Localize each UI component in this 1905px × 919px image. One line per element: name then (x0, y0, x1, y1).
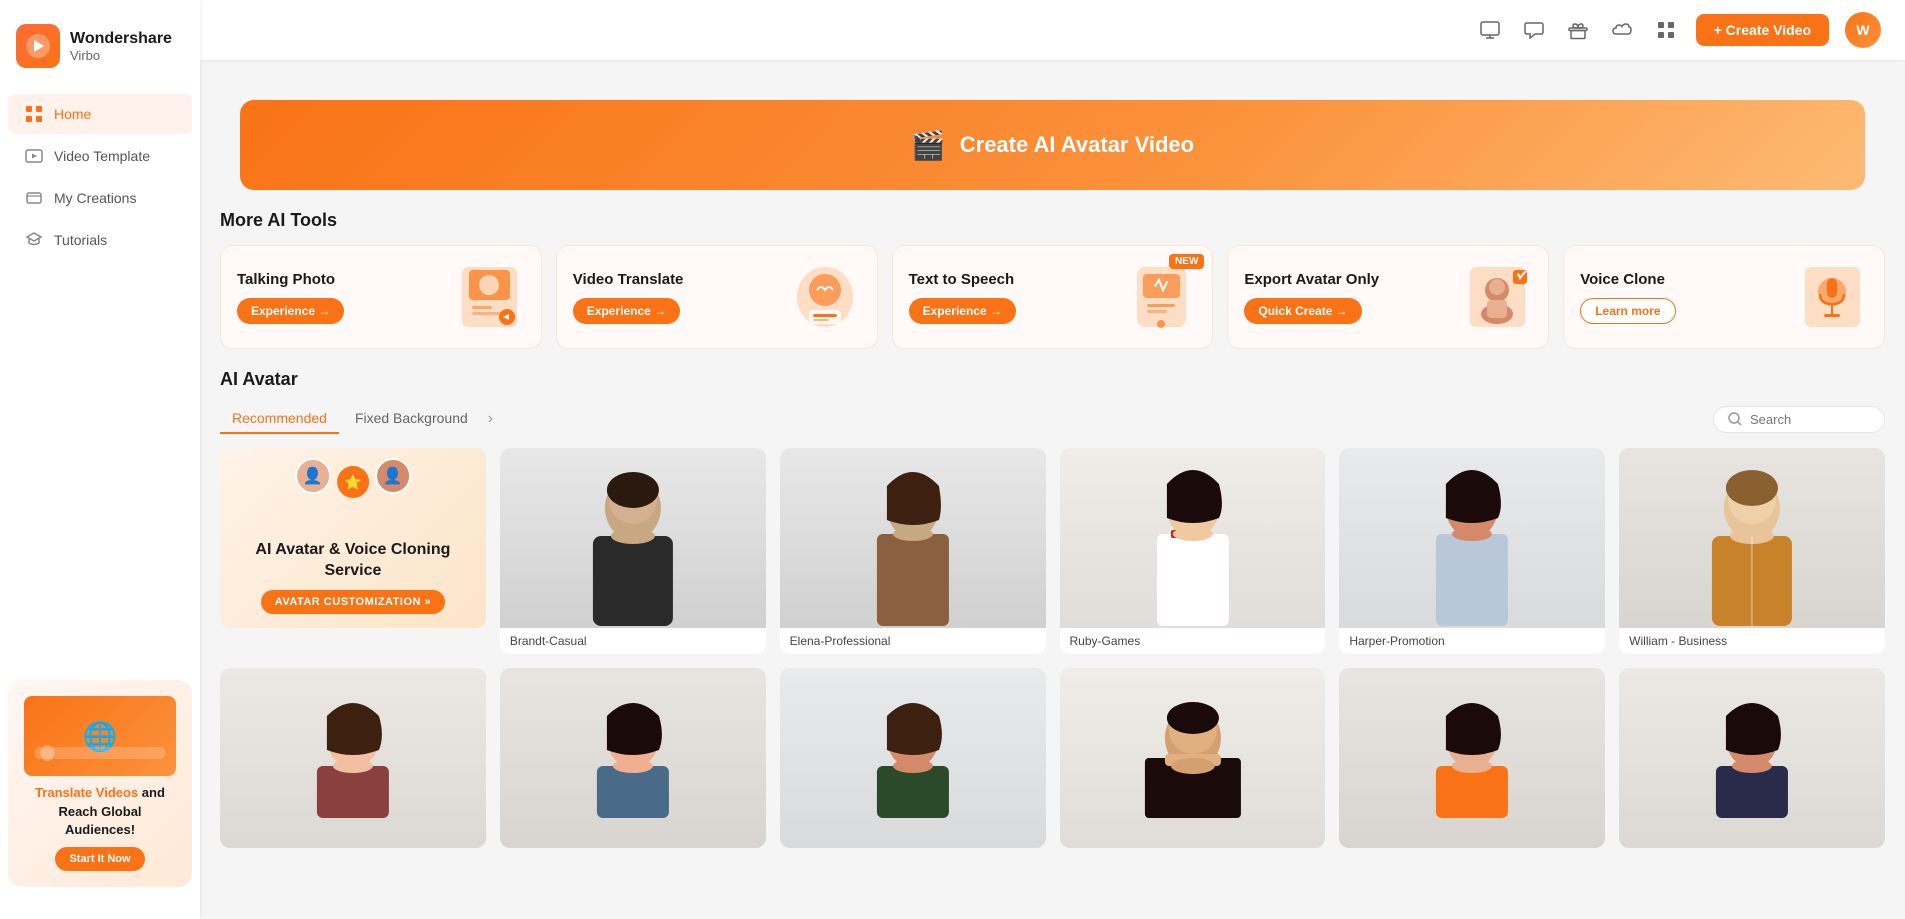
sidebar-item-tutorials[interactable]: Tutorials (8, 220, 192, 260)
user-avatar[interactable]: W (1845, 12, 1881, 48)
avatar-card-r2-4[interactable] (1060, 668, 1326, 848)
avatar-custom-title: AI Avatar & Voice Cloning Service (220, 540, 486, 582)
tool-title: Text to Speech (909, 271, 1016, 288)
promo-card: 🌐 Translate Videos and Reach Global Audi… (8, 680, 192, 887)
text-to-speech-img (1126, 262, 1196, 332)
sidebar-item-home[interactable]: Home (8, 94, 192, 134)
avatar-card-ruby[interactable]: Ruby-Games (1060, 448, 1326, 654)
tool-title: Voice Clone (1580, 271, 1675, 288)
sidebar-item-label: Video Template (54, 148, 150, 164)
tool-card-video-translate[interactable]: Video Translate Experience → (556, 245, 878, 349)
avatar-card-r2-6[interactable] (1619, 668, 1885, 848)
avatar-card-brandt[interactable]: Brandt-Casual (500, 448, 766, 654)
tool-card-talking-photo[interactable]: Talking Photo Experience → (220, 245, 542, 349)
hero-icon: 🎬 (911, 129, 946, 162)
talking-photo-btn[interactable]: Experience → (237, 298, 344, 324)
promo-title: Translate Videos and Reach Global Audien… (24, 784, 176, 839)
logo-icon (16, 24, 60, 68)
chat-icon[interactable] (1520, 16, 1548, 44)
sidebar-item-label: Home (54, 106, 91, 122)
tutorials-icon (24, 230, 44, 250)
tab-fixed-background[interactable]: Fixed Background (343, 404, 480, 434)
more-ai-tools-section: More AI Tools Talking Photo Experience → (200, 190, 1905, 349)
voice-clone-btn[interactable]: Learn more (1580, 298, 1675, 324)
gift-icon[interactable] (1564, 16, 1592, 44)
video-translate-img (791, 262, 861, 332)
sidebar-item-my-creations[interactable]: My Creations (8, 178, 192, 218)
avatar-card-label: Ruby-Games (1060, 628, 1326, 654)
screen-icon[interactable] (1476, 16, 1504, 44)
tool-card-export-avatar[interactable]: Export Avatar Only Quick Create → (1227, 245, 1549, 349)
avatar-grid-row2 (220, 668, 1885, 868)
ai-avatar-title: AI Avatar (220, 369, 1885, 390)
sidebar-item-label: Tutorials (54, 232, 107, 248)
tool-title: Export Avatar Only (1244, 271, 1379, 288)
search-input[interactable] (1750, 412, 1870, 427)
tab-recommended[interactable]: Recommended (220, 404, 339, 434)
export-avatar-btn[interactable]: Quick Create → (1244, 298, 1361, 324)
avatar-customization-btn[interactable]: AVATAR CUSTOMIZATION » (261, 590, 445, 614)
more-ai-tools-title: More AI Tools (220, 210, 1885, 231)
search-icon (1728, 412, 1742, 426)
video-translate-btn[interactable]: Experience → (573, 298, 680, 324)
tool-card-voice-clone[interactable]: Voice Clone Learn more (1563, 245, 1885, 349)
text-to-speech-btn[interactable]: Experience → (909, 298, 1016, 324)
main-nav: Home Video Template My Creations (0, 92, 200, 262)
cloud-icon[interactable] (1608, 16, 1636, 44)
tool-title: Talking Photo (237, 271, 344, 288)
voice-clone-img (1798, 262, 1868, 332)
avatar-card-r2-2[interactable] (500, 668, 766, 848)
avatar-card-label: Elena-Professional (780, 628, 1046, 654)
hero-banner[interactable]: 🎬 Create AI Avatar Video (240, 100, 1865, 190)
avatar-customization-card[interactable]: 👤 ⭐ 👤 AI Avatar & Voice Cloning Service … (220, 448, 486, 628)
tool-card-text-to-speech[interactable]: NEW Text to Speech Experience → (892, 245, 1214, 349)
export-avatar-img (1462, 262, 1532, 332)
sidebar-item-label: My Creations (54, 190, 136, 206)
avatar-card-harper[interactable]: Harper-Promotion (1339, 448, 1605, 654)
my-creations-icon (24, 188, 44, 208)
avatar-card-william[interactable]: HOT William - Business (1619, 448, 1885, 654)
avatar-grid-row1: 👤 ⭐ 👤 AI Avatar & Voice Cloning Service … (220, 448, 1885, 654)
content-area: 🎬 Create AI Avatar Video More AI Tools T… (200, 60, 1905, 919)
avatar-card-r2-5[interactable] (1339, 668, 1605, 848)
topbar-icons (1476, 16, 1680, 44)
talking-photo-img (455, 262, 525, 332)
logo: Wondershare Virbo (0, 16, 200, 92)
sidebar-item-video-template[interactable]: Video Template (8, 136, 192, 176)
topbar: + Create Video W (200, 0, 1905, 60)
avatar-card-label: William - Business (1619, 628, 1885, 654)
avatar-card-elena[interactable]: Elena-Professional (780, 448, 1046, 654)
avatar-card-r2-1[interactable] (220, 668, 486, 848)
grid-icon[interactable] (1652, 16, 1680, 44)
tools-grid: Talking Photo Experience → (220, 245, 1885, 349)
main-area: + Create Video W 🎬 Create AI Avatar Vide… (200, 0, 1905, 919)
tab-more-chevron[interactable]: › (488, 410, 493, 428)
avatar-card-label: Harper-Promotion (1339, 628, 1605, 654)
app-name: Wondershare (70, 29, 172, 48)
sidebar: Wondershare Virbo Home Vi (0, 0, 200, 919)
hero-section: 🎬 Create AI Avatar Video (200, 60, 1905, 190)
avatar-card-r2-3[interactable] (780, 668, 1046, 848)
home-icon (24, 104, 44, 124)
avatar-search-box (1713, 406, 1885, 433)
promo-button[interactable]: Start It Now (55, 847, 144, 871)
hero-label: Create AI Avatar Video (960, 132, 1194, 158)
new-badge: NEW (1169, 254, 1204, 269)
avatar-card-label: Brandt-Casual (500, 628, 766, 654)
app-product: Virbo (70, 48, 172, 63)
ai-avatar-section: AI Avatar Recommended Fixed Background › (200, 349, 1905, 868)
avatar-tabs: Recommended Fixed Background › (220, 404, 1885, 434)
tool-title: Video Translate (573, 271, 684, 288)
video-template-icon (24, 146, 44, 166)
create-video-button[interactable]: + Create Video (1696, 14, 1829, 46)
